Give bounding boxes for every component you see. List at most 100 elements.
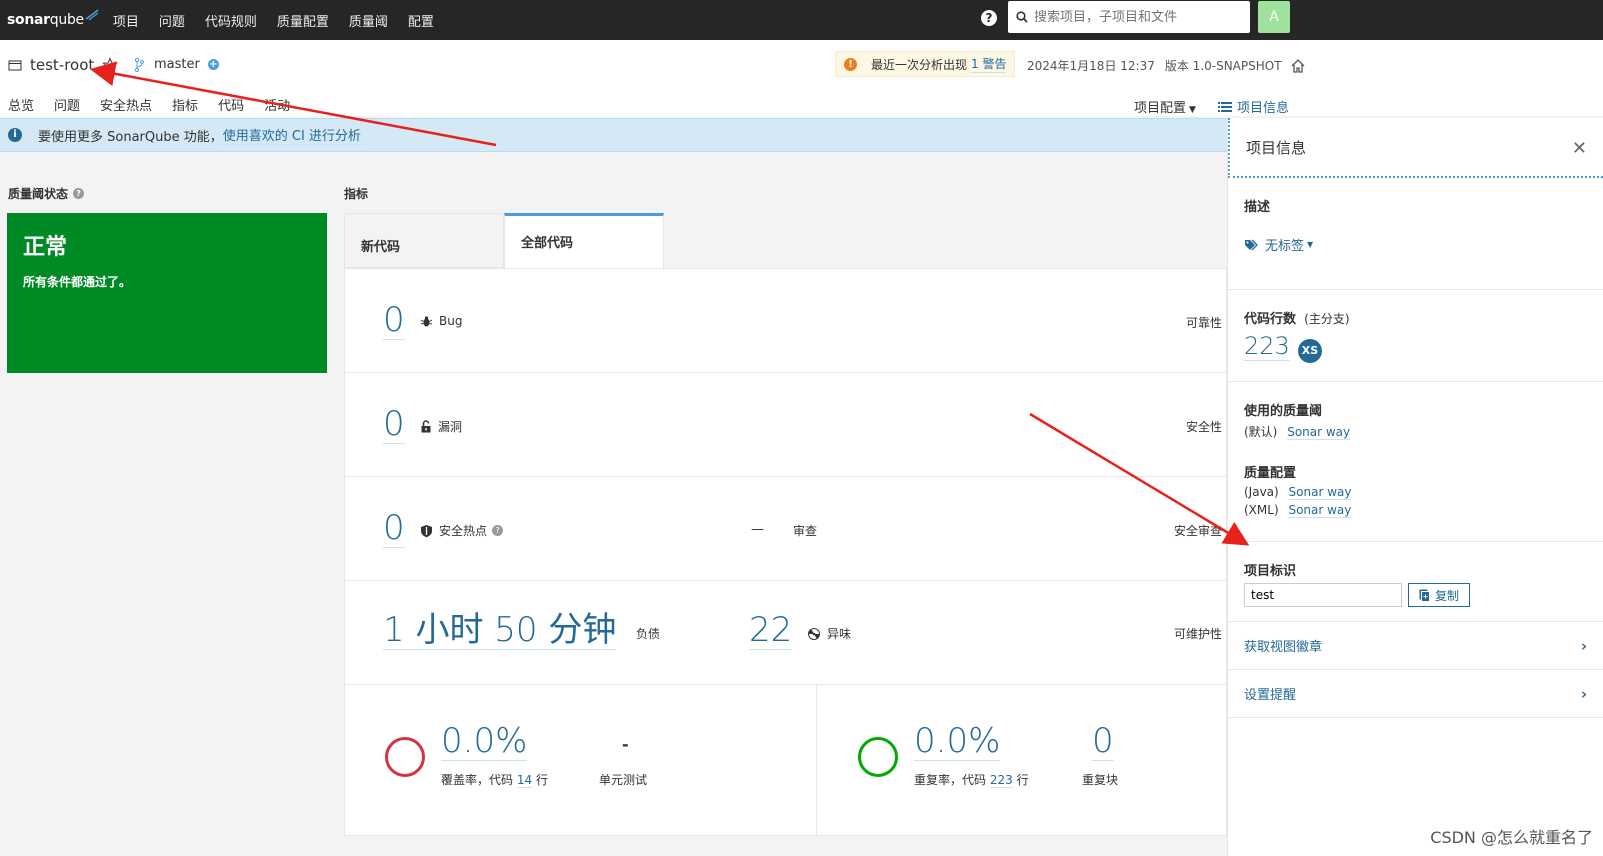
help-icon[interactable]: ? (492, 525, 504, 536)
security-review-label: 安全审查 (1173, 524, 1222, 538)
panel-title: 项目信息 (1246, 138, 1307, 157)
project-version: 版本 1.0-SNAPSHOT (1164, 59, 1282, 73)
search-input[interactable] (1034, 9, 1234, 25)
quality-gate-link[interactable]: Sonar way (1287, 425, 1351, 440)
coverage-block: 0.0% 覆盖率，代码 14 行 - 单元测试 (345, 685, 817, 835)
security-review-row: 0 安全热点 ? — 审查 安全审查 (345, 477, 1228, 581)
chevron-down-icon: ▼ (1189, 105, 1196, 115)
description-title: 描述 (1244, 200, 1271, 215)
measures-panel: 0 Bug 可靠性 0 漏洞 安全性 0 安全热点 ? — 审查 安全审查 1 … (344, 268, 1228, 836)
project-name[interactable]: test-root (30, 56, 94, 74)
search-box[interactable] (1008, 1, 1250, 33)
notifications-link[interactable]: 设置提醒 › (1228, 670, 1603, 718)
duplicated-blocks-label: 重复块 (1082, 773, 1119, 787)
xml-profile-link[interactable]: Sonar way (1288, 503, 1352, 518)
banner-text: 要使用更多 SonarQube 功能， (38, 129, 223, 145)
analysis-date: 2024年1月18日 12:37 (1027, 59, 1155, 73)
chevron-right-icon: › (1580, 636, 1587, 655)
nav-projects[interactable]: 项目 (113, 11, 139, 30)
nav-quality-profiles[interactable]: 质量配置 (277, 11, 329, 30)
branch-name: master (154, 57, 200, 72)
badges-link[interactable]: 获取视图徽章 › (1228, 622, 1603, 670)
duplication-block: 0.0% 重复率，代码 223 行 0 重复块 (817, 685, 1227, 835)
analysis-meta: 2024年1月18日 12:37 版本 1.0-SNAPSHOT (1027, 57, 1306, 74)
lines-of-code-section: 代码行数 (主分支) 223 XS (1228, 290, 1603, 382)
duplication-indicator (858, 737, 898, 777)
warning-text: 最近一次分析出现 (871, 57, 968, 72)
tags-dropdown[interactable]: 无标签 ▼ (1244, 235, 1587, 254)
warning-icon: ! (844, 57, 857, 71)
search-icon (1016, 11, 1028, 23)
reliability-row: 0 Bug 可靠性 (345, 269, 1228, 373)
quality-profiles-title: 质量配置 (1244, 466, 1297, 481)
code-smells-value[interactable]: 22 (749, 611, 793, 651)
duplicated-blocks-value[interactable]: 0 (1092, 722, 1114, 762)
nav-issues[interactable]: 问题 (159, 11, 185, 30)
chevron-down-icon: ▼ (1307, 240, 1314, 249)
top-navbar: sonarqube 项目 问题 代码规则 质量配置 质量阈 配置 ? A (0, 0, 1603, 40)
project-key-title: 项目标识 (1244, 564, 1297, 579)
tags-icon (1245, 239, 1258, 250)
vulnerabilities-label: 漏洞 (420, 418, 462, 435)
nav-rules[interactable]: 代码规则 (205, 11, 257, 30)
measures-tabs: 新代码 全部代码 (344, 213, 664, 269)
reliability-label: 可靠性 (1185, 316, 1222, 330)
home-icon[interactable] (1290, 58, 1306, 74)
unlocked-icon (421, 420, 431, 433)
nav-administration[interactable]: 配置 (408, 11, 434, 30)
coverage-lines-link[interactable]: 14 (516, 773, 533, 788)
warning-link[interactable]: 1 警告 (971, 55, 1007, 73)
description-section: 描述 无标签 ▼ (1228, 178, 1603, 290)
quality-gate-subtitle: 所有条件都通过了。 (23, 275, 132, 289)
tab-overall-code[interactable]: 全部代码 (504, 213, 664, 269)
duplication-lines-link[interactable]: 223 (989, 773, 1013, 788)
shield-icon (421, 524, 432, 537)
quality-gate-status: 正常 所有条件都通过了。 (7, 213, 327, 373)
debt-label: 负债 (636, 627, 661, 641)
watermark: CSDN @怎么就重名了 (1430, 828, 1593, 847)
banner-ci-link[interactable]: 使用喜欢的 CI 进行分析 (222, 125, 361, 145)
measures-heading: 指标 (344, 187, 369, 201)
hotspots-value[interactable]: 0 (383, 509, 405, 549)
ci-banner: i 要使用更多 SonarQube 功能， 使用喜欢的 CI 进行分析 (0, 118, 1227, 152)
project-settings-dropdown[interactable]: 项目配置 ▼ (1134, 97, 1196, 116)
size-badge: XS (1297, 338, 1322, 363)
branch-icon (134, 57, 144, 72)
project-key-section: 项目标识 复制 (1228, 542, 1603, 622)
list-icon (1218, 101, 1232, 112)
help-icon[interactable]: ? (981, 10, 997, 26)
nav-quality-gates[interactable]: 质量阈 (349, 11, 388, 30)
bug-icon (420, 315, 433, 326)
loc-title: 代码行数 (主分支) (1244, 312, 1350, 327)
sonarqube-logo[interactable]: sonar qube (7, 9, 99, 28)
review-label: 审查 (793, 524, 818, 538)
favorite-star-icon[interactable] (102, 57, 119, 73)
add-branch-icon[interactable]: + (207, 59, 219, 70)
java-profile-link[interactable]: Sonar way (1288, 485, 1352, 500)
help-icon[interactable]: ? (73, 188, 85, 199)
code-smell-icon (808, 627, 820, 640)
branch-selector[interactable]: master + (134, 57, 219, 72)
loc-value[interactable]: 223 (1244, 332, 1290, 361)
bugs-value[interactable]: 0 (383, 301, 405, 341)
copy-button[interactable]: 复制 (1408, 583, 1471, 607)
tab-new-code[interactable]: 新代码 (344, 213, 504, 268)
coverage-indicator (385, 737, 425, 777)
bugs-label: Bug (420, 314, 462, 328)
duplication-value[interactable]: 0.0% (914, 722, 1001, 762)
vulnerabilities-value[interactable]: 0 (383, 405, 405, 445)
close-icon[interactable]: ✕ (1572, 138, 1587, 159)
security-row: 0 漏洞 安全性 (345, 373, 1228, 477)
panel-header: 项目信息 ✕ (1228, 118, 1603, 178)
project-key-field[interactable] (1244, 583, 1402, 607)
quality-section: 使用的质量阈 (默认) Sonar way 质量配置 (Java) Sonar … (1228, 382, 1603, 542)
review-value: — (751, 522, 764, 537)
duplication-label: 重复率，代码 223 行 (914, 773, 1029, 788)
maintainability-label: 可维护性 (1173, 627, 1222, 641)
debt-value[interactable]: 1 小时 50 分钟 (383, 611, 617, 651)
avatar[interactable]: A (1258, 1, 1290, 33)
coverage-value[interactable]: 0.0% (441, 722, 528, 762)
project-info-button[interactable]: 项目信息 (1218, 97, 1289, 116)
unit-tests-value: - (622, 735, 629, 754)
project-icon (8, 60, 22, 71)
